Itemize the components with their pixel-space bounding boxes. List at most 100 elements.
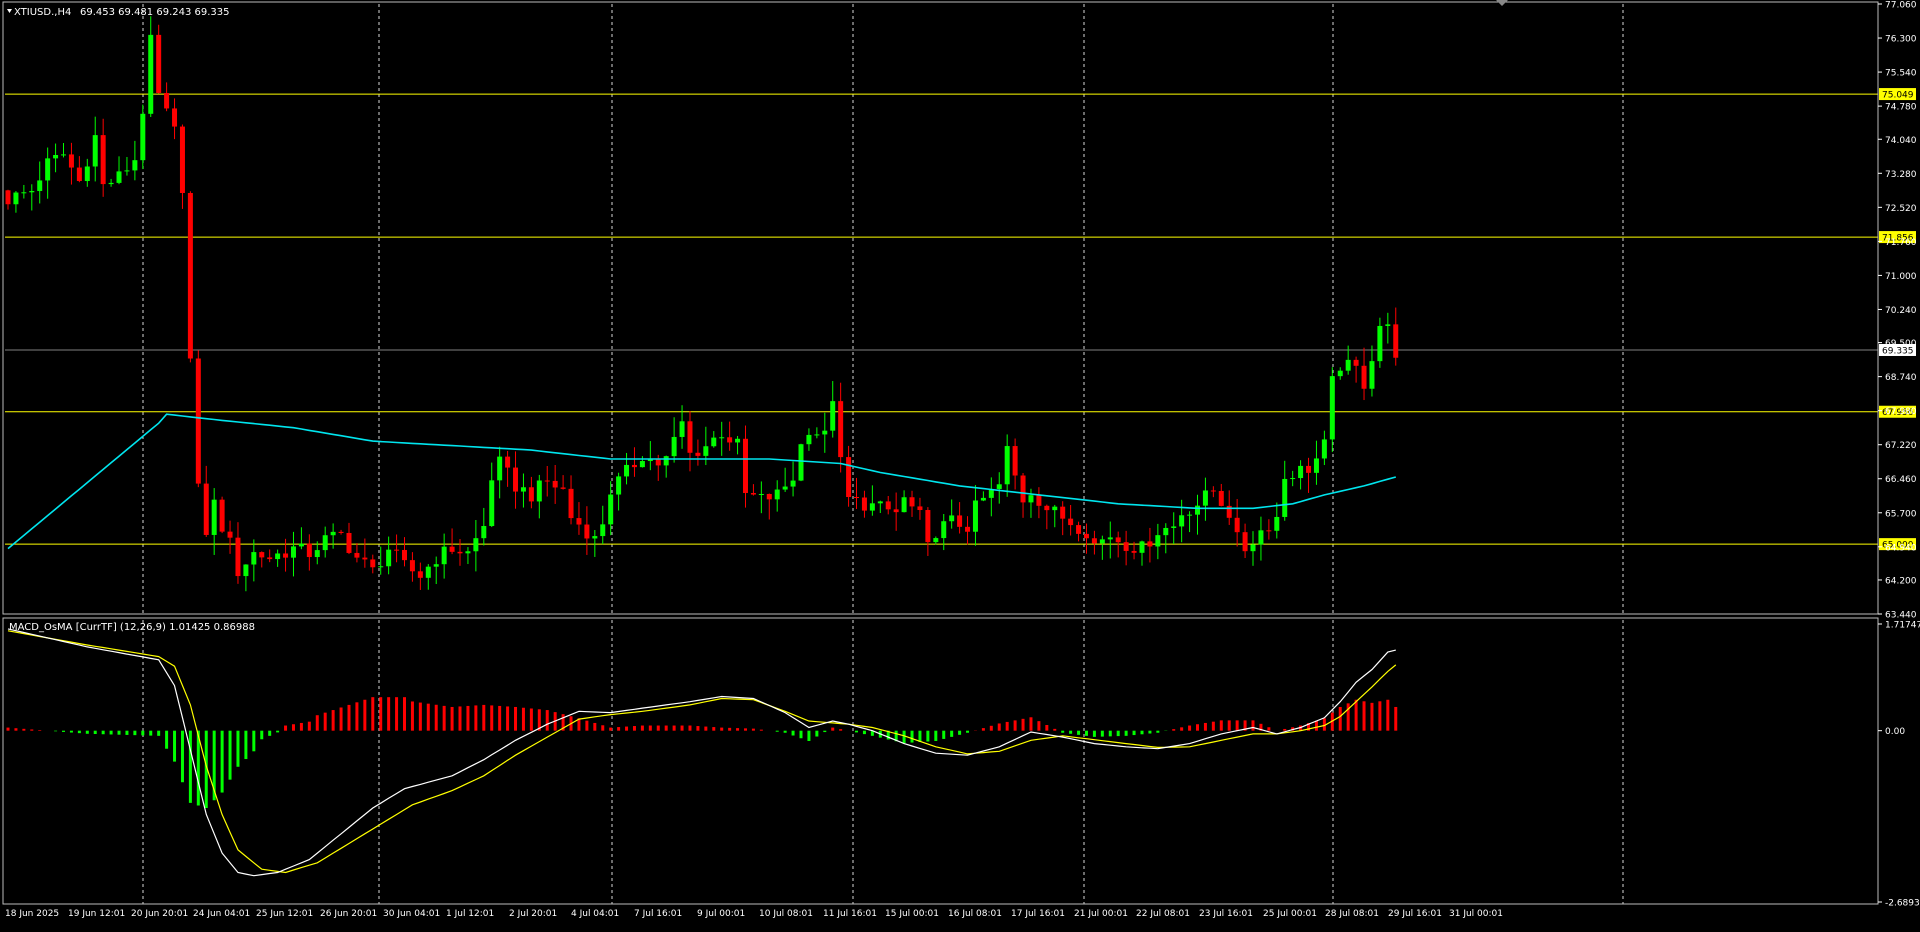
candle-body [1202,490,1208,506]
candle-body [195,358,201,484]
candle-body [568,488,574,519]
x-tick-label: 11 Jul 16:01 [823,909,877,919]
candle-body [560,487,566,489]
candle-body [1123,542,1129,551]
y-tick-label: 64.200 [1885,576,1917,586]
candle-body [1282,478,1288,517]
candle-body [362,557,368,560]
x-tick-label: 7 Jul 16:01 [634,909,682,919]
candle-body [1115,537,1121,543]
x-tick-label: 23 Jul 16:01 [1199,909,1253,919]
candle-body [869,503,875,511]
candle-body [996,484,1002,489]
candle-body [1369,361,1375,389]
candle-body [1163,527,1169,536]
candle-body [187,192,193,359]
y-tick-label: 76.300 [1885,35,1917,45]
candle-body [576,518,582,525]
y-tick-label: 64.940 [1885,543,1917,553]
candle-body [861,497,867,511]
macd-pane-border [2,617,1879,905]
x-tick-label: 21 Jul 00:01 [1074,909,1128,919]
y-tick-label: 63.440 [1885,611,1917,621]
candle-body [251,552,257,565]
y-tick-label: 66.460 [1885,475,1917,485]
candle-body [378,566,384,568]
y-tick-label: 70.240 [1885,306,1917,316]
chart-area[interactable]: 75.049 71.856 67.956 65.000 69.335 18 Jun 20… [0,0,1920,928]
macd-title: MACD_OsMA [CurrTF] (12,26,9) 1.01425 0.8… [9,622,255,633]
candle-body [933,538,939,543]
candle-body [433,564,439,567]
candle-body [203,483,209,535]
candle-body [306,543,312,558]
candle-body [1083,533,1089,539]
candle-body [37,180,43,192]
candle-body [84,166,90,182]
candle-body [1218,490,1224,506]
candle-body [1274,516,1280,531]
candle-body [417,571,423,578]
candle-body [29,191,35,193]
candle-body [893,509,899,513]
candle-body [830,401,836,431]
candle-body [148,34,154,114]
candle-body [449,546,455,552]
candle-body [877,501,883,504]
x-tick-label: 1 Jul 12:01 [446,909,494,919]
candle-body [290,546,296,558]
x-tick-label: 24 Jun 04:01 [193,909,250,919]
candle-body [108,182,114,185]
candle-body [814,434,820,436]
candle-body [124,170,130,172]
candle-body [45,158,51,181]
candle-body [21,192,27,194]
x-tick-label: 15 Jul 00:01 [885,909,939,919]
candle-body [179,126,185,193]
candle-body [76,167,82,182]
x-tick-label: 28 Jul 08:01 [1325,909,1379,919]
candle-body [1131,550,1137,553]
candle-body [298,543,304,547]
candle-body [1171,526,1177,528]
candle-body [100,135,106,185]
x-tick-label: 29 Jul 16:01 [1388,909,1442,919]
candle-body [719,437,725,439]
candle-body [346,532,352,553]
candle-body [338,531,344,533]
candle-body [283,553,289,558]
shift-marker-icon [1496,0,1508,6]
candle-body [425,566,431,578]
candle-body [584,524,590,539]
x-tick-label: 2 Jul 20:01 [509,909,557,919]
candle-body [243,564,249,577]
candle-body [758,493,764,495]
x-tick-label: 9 Jul 00:01 [697,909,745,919]
candle-body [949,515,955,522]
y-tick-label: 67.220 [1885,441,1917,451]
y-tick-label: 74.780 [1885,103,1917,113]
candle-body [5,190,11,205]
candle-body [616,476,622,495]
collapse-arrow-icon [7,9,12,13]
candle-body [1060,506,1066,519]
y-tick-label: 77.060 [1885,1,1917,11]
candle-body [1052,506,1058,511]
candle-body [1345,359,1351,371]
candle-body [536,480,542,502]
x-tick-label: 30 Jun 04:01 [383,909,440,919]
candle-body [1313,458,1319,473]
candle-body [1242,532,1248,552]
y-tick-label: 0.00 [1885,727,1905,737]
candle-body [925,510,931,543]
candle-body [68,154,74,168]
symbol-header: XTIUSD.,H4 [14,7,71,18]
candle-body [172,108,178,127]
chart-svg[interactable]: 75.04971.85667.95665.00069.335 18 Jun 20… [0,0,1920,928]
candle-body [972,500,978,532]
candle-body [314,550,320,558]
candle-body [782,486,788,490]
candle-body [1187,514,1193,516]
grid-layer [142,4,1624,904]
candle-body [703,446,709,456]
